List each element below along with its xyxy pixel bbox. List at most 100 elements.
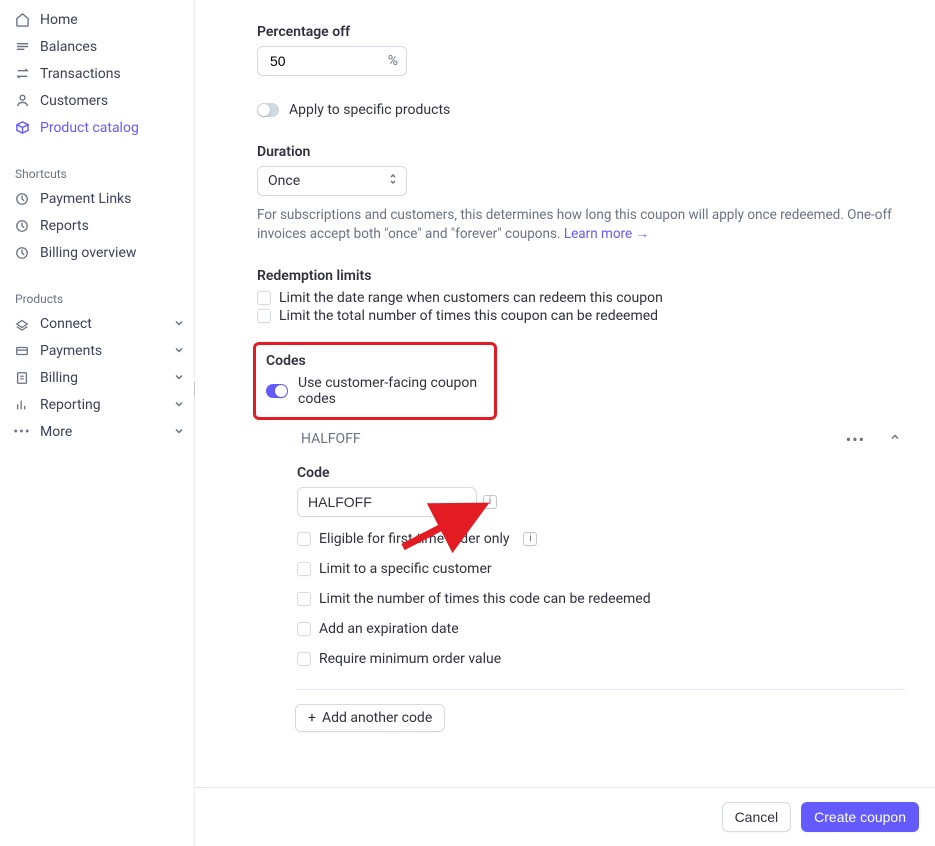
footer: Cancel Create coupon [195,787,935,846]
nav-label: Billing overview [40,245,184,261]
percentage-off-input-wrap[interactable]: % [257,46,407,76]
sidebar: Home Balances Transactions Customers Pro… [0,0,195,846]
code-first-time-only-row[interactable]: Eligible for first-time order only i [297,531,905,547]
section-products: Products [0,266,194,310]
codes-label: Codes [266,353,484,369]
promo-code-item: HALFOFF ••• Code i [295,426,907,690]
learn-more-link[interactable]: Learn more → [564,226,649,242]
nav-product-catalog[interactable]: Product catalog [0,114,194,141]
checkbox[interactable] [297,652,311,666]
clock-icon [14,245,30,261]
redemption-limits-label: Redemption limits [257,268,907,284]
nav-reporting[interactable]: Reporting [0,391,194,418]
chevron-down-icon [174,316,184,332]
main-content: Percentage off % Apply to specific produ… [195,0,935,846]
connect-icon [14,316,30,332]
percentage-off-input[interactable] [268,52,388,70]
checkbox[interactable] [297,622,311,636]
divider [297,689,905,690]
nav-label: Payments [40,343,164,359]
redemption-total-times-row[interactable]: Limit the total number of times this cou… [257,308,907,324]
nav-transactions[interactable]: Transactions [0,60,194,87]
balances-icon [14,39,30,55]
nav-label: Billing [40,370,164,386]
duration-help-text: For subscriptions and customers, this de… [257,206,907,244]
info-icon[interactable]: i [523,532,537,546]
checkbox[interactable] [297,562,311,576]
customer-facing-codes-toggle[interactable] [266,384,288,398]
chevron-down-icon [174,343,184,359]
nav-customers[interactable]: Customers [0,87,194,114]
checkbox[interactable] [257,291,271,305]
chevron-down-icon [174,424,184,440]
select-caret-icon [388,172,398,190]
nav-label: More [40,424,164,440]
chevron-down-icon [174,370,184,386]
checkbox-label: Eligible for first-time order only [319,531,509,547]
cancel-button[interactable]: Cancel [722,802,792,832]
checkbox-label: Limit the total number of times this cou… [279,308,658,324]
duration-label: Duration [257,144,907,160]
checkbox[interactable] [297,532,311,546]
add-another-code-button[interactable]: + Add another code [295,704,445,732]
checkbox-label: Require minimum order value [319,651,501,667]
nav-label: Product catalog [40,120,184,136]
add-another-code-label: Add another code [322,710,432,726]
checkbox[interactable] [297,592,311,606]
nav-label: Balances [40,39,184,55]
code-specific-customer-row[interactable]: Limit to a specific customer [297,561,905,577]
checkbox-label: Limit to a specific customer [319,561,492,577]
home-icon [14,12,30,28]
nav-label: Reporting [40,397,164,413]
chevron-up-icon[interactable] [889,431,901,447]
shortcut-reports[interactable]: Reports [0,212,194,239]
arrow-right-icon: → [636,226,650,242]
code-min-order-value-row[interactable]: Require minimum order value [297,651,905,667]
nav-balances[interactable]: Balances [0,33,194,60]
nav-more[interactable]: ••• More [0,418,194,445]
payments-icon [14,343,30,359]
more-icon: ••• [14,424,30,440]
nav-label: Connect [40,316,164,332]
info-icon[interactable]: i [483,495,497,509]
apply-specific-products-row: Apply to specific products [257,102,907,118]
code-limit-redemptions-row[interactable]: Limit the number of times this code can … [297,591,905,607]
percentage-off-label: Percentage off [257,24,907,40]
product-catalog-icon [14,120,30,136]
checkbox-label: Limit the number of times this code can … [319,591,651,607]
customer-facing-codes-label: Use customer-facing coupon codes [298,375,484,407]
apply-specific-products-label: Apply to specific products [289,102,450,118]
more-options-icon[interactable]: ••• [846,430,865,449]
duration-select[interactable]: Once [257,166,407,196]
nav-connect[interactable]: Connect [0,310,194,337]
shortcut-billing-overview[interactable]: Billing overview [0,239,194,266]
shortcut-payment-links[interactable]: Payment Links [0,185,194,212]
chevron-down-icon [174,397,184,413]
redemption-date-range-row[interactable]: Limit the date range when customers can … [257,290,907,306]
clock-icon [14,218,30,234]
nav-payments[interactable]: Payments [0,337,194,364]
customer-facing-codes-row: Use customer-facing coupon codes [266,375,484,407]
code-field-label: Code [297,465,905,481]
promo-code-input[interactable] [297,487,477,517]
checkbox[interactable] [257,309,271,323]
promo-code-name: HALFOFF [301,431,846,447]
percent-suffix: % [388,53,398,69]
create-coupon-button[interactable]: Create coupon [801,802,919,832]
clock-icon [14,191,30,207]
nav-label: Home [40,12,184,28]
plus-icon: + [308,710,316,726]
code-expiration-date-row[interactable]: Add an expiration date [297,621,905,637]
checkbox-label: Add an expiration date [319,621,459,637]
transactions-icon [14,66,30,82]
nav-billing[interactable]: Billing [0,364,194,391]
checkbox-label: Limit the date range when customers can … [279,290,663,306]
nav-label: Transactions [40,66,184,82]
nav-home[interactable]: Home [0,6,194,33]
duration-value: Once [268,173,300,189]
nav-label: Reports [40,218,184,234]
promo-code-header[interactable]: HALFOFF ••• [295,426,907,453]
apply-specific-products-toggle[interactable] [257,103,279,117]
codes-highlight-box: Codes Use customer-facing coupon codes [253,342,497,420]
billing-icon [14,370,30,386]
